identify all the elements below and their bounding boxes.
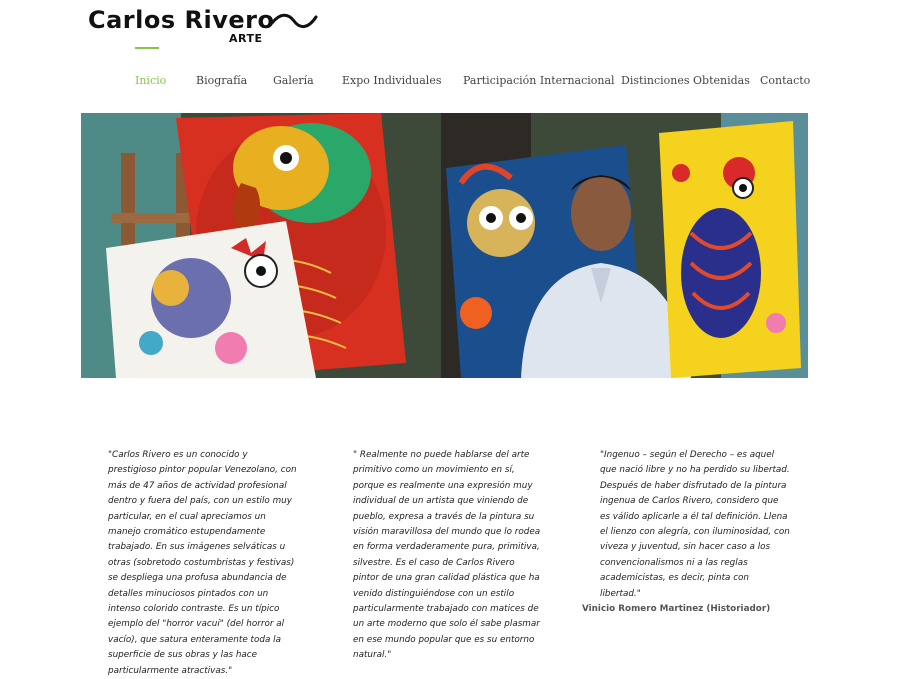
main-navigation: Inicio Biografía Galería Expo Individual… — [0, 74, 900, 92]
nav-item-distinciones-obtenidas[interactable]: Distinciones Obtenidas — [621, 74, 750, 87]
nav-item-contacto[interactable]: Contacto — [760, 74, 810, 87]
quote-3-author: Vinicio Romero Martinez (Historiador) — [582, 604, 771, 614]
quote-2: " Realmente no puede hablarse del arte p… — [353, 450, 541, 661]
logo-wave-icon — [270, 13, 318, 28]
nav-item-participacion-internacional[interactable]: Participación Internacional — [463, 74, 615, 87]
quote-1: "Carlos Rivero es un conocido y prestigi… — [108, 450, 297, 676]
logo-name: Carlos Rivero — [88, 6, 275, 34]
nav-item-inicio[interactable]: Inicio — [135, 74, 166, 87]
logo-subtitle: ARTE — [229, 32, 263, 45]
hero-image — [81, 113, 808, 378]
nav-item-expo-individuales[interactable]: Expo Individuales — [342, 74, 441, 87]
hero-artwork-illustration — [81, 113, 808, 378]
active-nav-indicator — [135, 47, 159, 49]
site-logo[interactable]: Carlos Rivero ARTE — [88, 6, 328, 48]
nav-item-galeria[interactable]: Galería — [273, 74, 314, 87]
quote-3: "Ingenuo – según el Derecho – es aquel q… — [600, 450, 790, 599]
nav-item-biografia[interactable]: Biografía — [196, 74, 247, 87]
